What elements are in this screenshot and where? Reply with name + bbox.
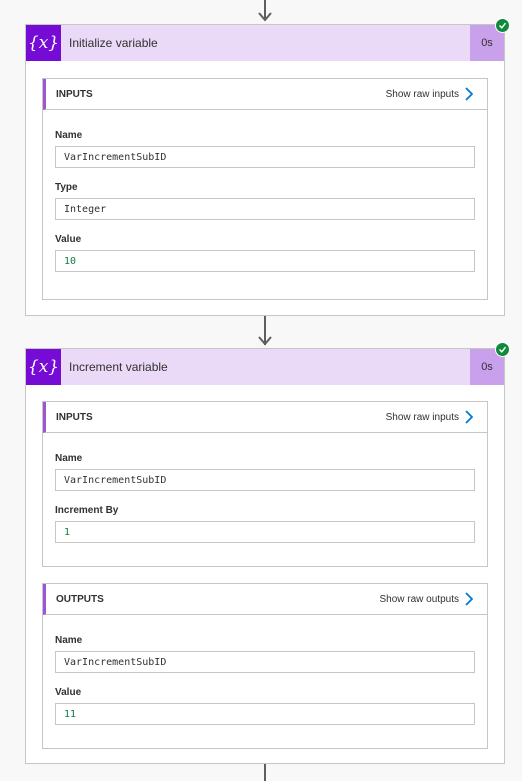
outputs-section-header: OUTPUTS Show raw outputs xyxy=(43,584,487,615)
inputs-section: INPUTS Show raw inputs Name VarIncrement… xyxy=(42,78,488,300)
arrow-down-icon xyxy=(258,336,272,346)
field-label-name: Name xyxy=(55,130,83,141)
outputs-heading: OUTPUTS xyxy=(56,593,104,605)
inputs-heading: INPUTS xyxy=(56,411,93,423)
inputs-fields: Name VarIncrementSubID Type Integer Valu… xyxy=(43,110,487,284)
success-check-icon xyxy=(495,342,510,357)
field-label-value: Value xyxy=(55,234,82,245)
arrow-down-icon xyxy=(258,12,272,22)
name-value-field[interactable]: VarIncrementSubID xyxy=(55,146,475,168)
chevron-right-icon[interactable] xyxy=(465,87,473,101)
chevron-right-icon[interactable] xyxy=(465,592,473,606)
inputs-fields: Name VarIncrementSubID Increment By 1 xyxy=(43,433,487,555)
action-card-increment-variable[interactable]: {x} Increment variable 0s INPUTS Show ra… xyxy=(25,342,510,764)
connector-arrow-top xyxy=(258,0,272,24)
show-raw-inputs-link[interactable]: Show raw inputs xyxy=(386,412,459,423)
connector-line-bottom xyxy=(258,764,272,781)
inputs-heading: INPUTS xyxy=(56,88,93,100)
inputs-section: INPUTS Show raw inputs Name VarIncrement… xyxy=(42,401,488,567)
field-label-increment-by: Increment By xyxy=(55,505,119,516)
card-header[interactable]: {x} Increment variable 0s xyxy=(26,342,510,385)
success-check-icon xyxy=(495,18,510,33)
card-title: Increment variable xyxy=(69,360,168,374)
inputs-section-header: INPUTS Show raw inputs xyxy=(43,79,487,110)
show-raw-inputs-link[interactable]: Show raw inputs xyxy=(386,89,459,100)
card-header[interactable]: {x} Initialize variable 0s xyxy=(26,18,510,61)
variable-icon: {x} xyxy=(26,25,61,61)
output-name-field[interactable]: VarIncrementSubID xyxy=(55,651,475,673)
outputs-fields: Name VarIncrementSubID Value 11 xyxy=(43,615,487,737)
field-label-name: Name xyxy=(55,635,83,646)
card-title: Initialize variable xyxy=(69,36,158,50)
name-value-field[interactable]: VarIncrementSubID xyxy=(55,469,475,491)
variable-icon: {x} xyxy=(26,349,61,385)
increment-by-field[interactable]: 1 xyxy=(55,521,475,543)
connector-arrow-middle xyxy=(258,316,272,348)
chevron-right-icon[interactable] xyxy=(465,410,473,424)
value-field[interactable]: 10 xyxy=(55,250,475,272)
type-value-field[interactable]: Integer xyxy=(55,198,475,220)
outputs-section: OUTPUTS Show raw outputs Name VarIncreme… xyxy=(42,583,488,749)
inputs-section-header: INPUTS Show raw inputs xyxy=(43,402,487,433)
action-card-initialize-variable[interactable]: {x} Initialize variable 0s INPUTS Show r… xyxy=(25,18,510,316)
show-raw-outputs-link[interactable]: Show raw outputs xyxy=(380,594,460,605)
field-label-type: Type xyxy=(55,182,78,193)
output-value-field[interactable]: 11 xyxy=(55,703,475,725)
field-label-name: Name xyxy=(55,453,83,464)
field-label-value: Value xyxy=(55,687,82,698)
